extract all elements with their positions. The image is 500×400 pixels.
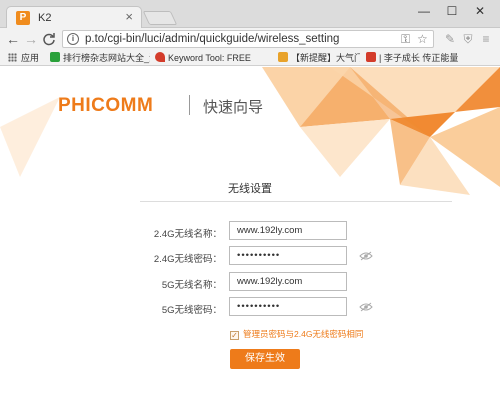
show-password-eye-icon[interactable]	[359, 251, 373, 261]
ssid-24g-label: 2.4G无线名称：	[153, 229, 222, 240]
section-title: 无线设置	[228, 183, 272, 195]
tab-strip: P K2 × — ☐ ✕	[0, 0, 500, 29]
back-icon[interactable]: ←	[5, 31, 21, 47]
bookmark-item[interactable]: | 李子成长 传正能量	[366, 52, 496, 64]
close-window-button[interactable]: ✕	[468, 2, 492, 20]
ssid-24g-input[interactable]	[229, 221, 347, 240]
reload-icon[interactable]	[41, 31, 57, 47]
tab-close-icon[interactable]: ×	[125, 10, 133, 24]
browser-toolbar: ← → i p.to/cgi-bin/luci/admin/quickguide…	[0, 28, 500, 50]
ssid-5g-input[interactable]	[229, 272, 347, 291]
minimize-button[interactable]: —	[412, 2, 436, 20]
menu-icon[interactable]: ≡	[478, 31, 494, 47]
bookmark-item[interactable]: 排行榜杂志网站大全_沪	[50, 52, 150, 64]
section-divider	[140, 201, 452, 202]
bookmark-apps[interactable]: 应用	[8, 52, 39, 64]
bookmark-site-icon	[50, 52, 60, 62]
url-text[interactable]: p.to/cgi-bin/luci/admin/quickguide/wirel…	[85, 33, 339, 45]
apps-grid-icon	[8, 53, 17, 62]
checkbox-checked-icon[interactable]: ✓	[230, 331, 239, 340]
tab-title: K2	[38, 12, 52, 24]
same-password-label: 管理员密码与2.4G无线密码相同	[243, 329, 364, 339]
brand-divider	[189, 95, 190, 115]
site-info-icon[interactable]: i	[67, 33, 79, 45]
tab-active[interactable]: P K2 ×	[6, 6, 142, 29]
ssid-5g-label: 5G无线名称：	[161, 280, 222, 291]
new-tab-button[interactable]	[142, 11, 178, 25]
maximize-button[interactable]: ☐	[440, 2, 464, 20]
password-24g-label: 2.4G无线密码：	[153, 254, 222, 265]
extension-icon[interactable]: ✎	[442, 31, 458, 47]
keyword-tool-icon	[155, 52, 165, 62]
shield-icon[interactable]: ⛨	[460, 31, 476, 47]
same-password-checkbox[interactable]: ✓ 管理员密码与2.4G无线密码相同	[230, 328, 363, 340]
wizard-title: 快速向导	[203, 99, 264, 116]
phicomm-favicon-icon: P	[16, 11, 30, 25]
bookmark-item[interactable]: 【新提醒】大气门户	[278, 52, 360, 64]
save-button[interactable]: 保存生效	[230, 349, 300, 369]
password-5g-label: 5G无线密码：	[161, 305, 222, 316]
password-5g-input[interactable]	[229, 297, 347, 316]
forward-icon[interactable]: →	[23, 31, 39, 47]
bookmark-page-icon	[278, 52, 288, 62]
phicomm-logo: PHICOMM	[58, 95, 154, 116]
bookmarks-bar: 应用 排行榜杂志网站大全_沪 Keyword Tool: FREE 【新提醒】大…	[0, 50, 500, 66]
address-bar[interactable]: i p.to/cgi-bin/luci/admin/quickguide/wir…	[62, 30, 434, 48]
bookmark-item[interactable]: Keyword Tool: FREE	[155, 52, 273, 64]
show-password-eye-icon[interactable]	[359, 302, 373, 312]
password-24g-input[interactable]	[229, 246, 347, 265]
bookmark-page-icon	[366, 52, 376, 62]
router-setup-page: PHICOMM 快速向导 无线设置 2.4G无线名称： 2.4G无线密码： 5G…	[0, 67, 500, 400]
key-icon[interactable]: ⚿	[401, 32, 410, 46]
bookmark-star-icon[interactable]: ☆	[417, 32, 428, 46]
